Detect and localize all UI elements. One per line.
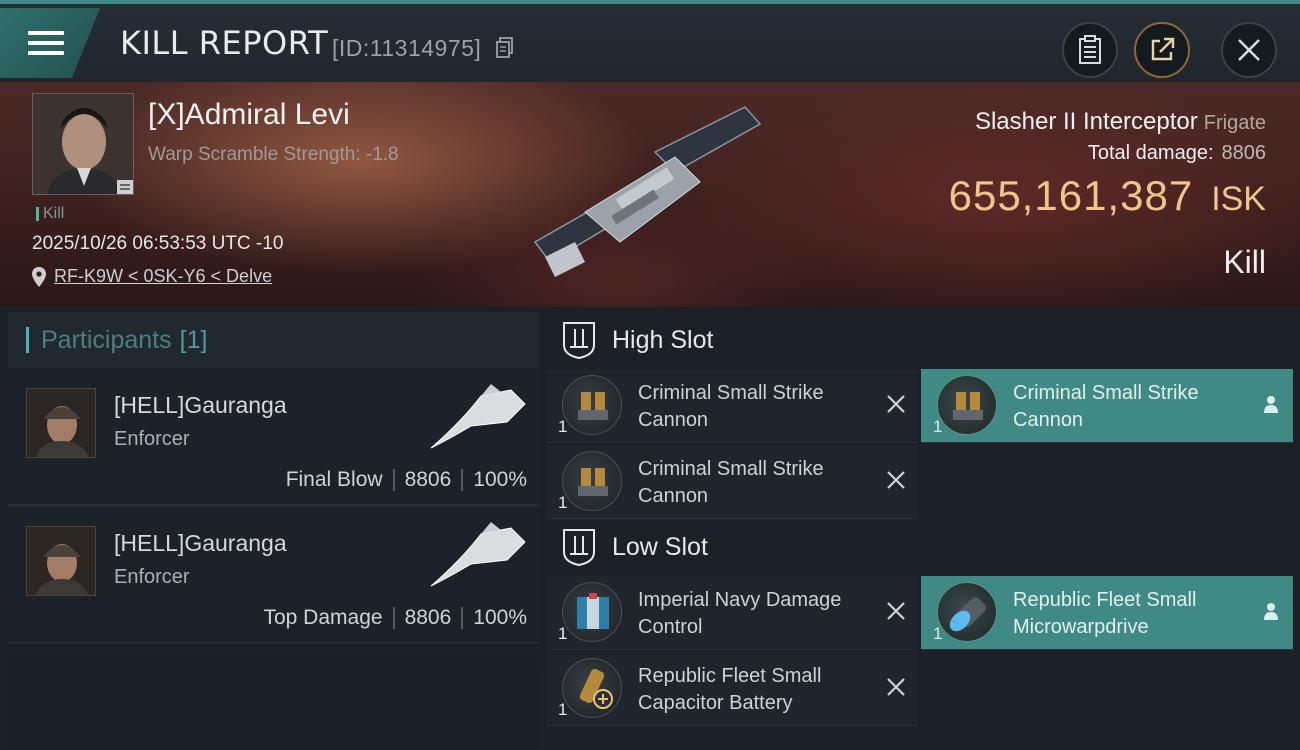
module-quantity: 1 (933, 417, 943, 436)
page-title: KILL REPORT (120, 24, 329, 62)
ship-name-text: Slasher II Interceptor (974, 108, 1198, 135)
destroyed-icon (887, 471, 905, 489)
report-id: [ID:11314975] (332, 35, 482, 61)
low-slot-icon (563, 529, 595, 566)
participant-avatar[interactable] (26, 388, 96, 458)
stat-label: Final Blow (285, 468, 383, 491)
ship-class: Frigate (1203, 112, 1266, 134)
share-icon (1151, 37, 1175, 61)
participant-avatar[interactable] (26, 526, 96, 596)
module-item[interactable]: 1 Republic Fleet Small Capacitor Battery (546, 652, 918, 726)
module-item[interactable]: 1 Republic Fleet Small Microwarpdrive (921, 576, 1293, 650)
hamburger-menu-icon (28, 25, 64, 61)
damage-percent: 100% (473, 468, 527, 491)
low-slot-header: Low Slot (548, 521, 1293, 573)
kill-location[interactable]: RF-K9W < 0SK-Y6 < Delve (32, 266, 272, 287)
damage-control-icon (562, 582, 622, 642)
portrait-icon (33, 94, 133, 194)
kill-tag: Kill (36, 205, 64, 223)
clipboard-icon (1079, 35, 1101, 64)
high-slot-header: High Slot (548, 314, 1293, 366)
microwarpdrive-icon (937, 582, 997, 642)
module-quantity: 1 (933, 624, 943, 643)
low-slot-label: Low Slot (612, 532, 708, 561)
participant-role: Enforcer (114, 428, 190, 450)
participant-role: Enforcer (114, 566, 190, 588)
result-label: Kill (1223, 244, 1266, 280)
destroyed-icon (887, 602, 905, 620)
participant-ship-icon (430, 384, 526, 449)
cannon-icon (937, 375, 997, 435)
close-button[interactable] (1221, 22, 1277, 78)
module-item[interactable]: 1 Criminal Small Strike Cannon (546, 369, 918, 443)
high-slot-icon (563, 322, 595, 359)
participant-name[interactable]: [HELL]Gauranga (114, 530, 287, 557)
portrait-icon (27, 527, 95, 595)
damage-value: 8806 (404, 606, 452, 629)
location-pin-icon (32, 266, 46, 287)
menu-button[interactable] (0, 8, 100, 78)
module-quantity: 1 (558, 624, 568, 643)
module-name: Republic Fleet Small Capacitor Battery (638, 665, 822, 714)
participants-count: [1] (179, 325, 208, 354)
ship-name: Slasher II Interceptor Frigate (975, 108, 1266, 136)
victim-ship-image (533, 106, 762, 277)
capacitor-battery-icon (562, 658, 622, 718)
destroyed-icon (887, 678, 905, 696)
module-item[interactable]: 1 Imperial Navy Damage Control (546, 576, 918, 650)
participant-stats: Top Damage 8806 100% (263, 606, 527, 630)
destroyed-icon (887, 395, 905, 413)
module-quantity: 1 (558, 493, 568, 512)
kill-tag-label: Kill (43, 205, 65, 222)
module-name: Criminal Small Strike Cannon (638, 382, 824, 431)
module-name: Criminal Small Strike Cannon (638, 458, 824, 507)
module-item[interactable]: 1 Criminal Small Strike Cannon (921, 369, 1293, 443)
damage-percent: 100% (473, 606, 527, 629)
module-quantity: 1 (558, 417, 568, 436)
dropped-person-icon (1264, 396, 1278, 413)
portrait-icon (27, 389, 95, 457)
copy-icon[interactable] (495, 37, 515, 59)
participant-row[interactable]: [HELL]Gauranga Enforcer Top Damage 8806 … (8, 506, 539, 644)
victim-banner: [X]Admiral Levi Warp Scramble Strength: … (0, 82, 1300, 307)
participant-row[interactable]: [HELL]Gauranga Enforcer Final Blow 8806 … (8, 368, 539, 506)
module-name: Criminal Small Strike Cannon (1013, 382, 1199, 431)
kill-timestamp: 2025/10/26 06:53:53 UTC -10 (32, 233, 284, 254)
participants-panel: Participants [1] [HELL]Gauranga Enforcer … (8, 312, 539, 750)
clipboard-button[interactable] (1062, 22, 1118, 78)
victim-name[interactable]: [X]Admiral Levi (148, 98, 350, 132)
high-slot-label: High Slot (612, 325, 714, 354)
module-name: Republic Fleet Small Microwarpdrive (1013, 589, 1197, 638)
isk-unit: ISK (1211, 180, 1266, 218)
close-icon (1238, 39, 1260, 61)
stat-label: Top Damage (263, 606, 383, 629)
header-bar: KILL REPORT [ID:11314975] (0, 0, 1300, 82)
cannon-icon (562, 451, 622, 511)
participants-header: Participants [1] (8, 312, 539, 368)
share-button[interactable] (1134, 22, 1190, 78)
dropped-person-icon (1264, 603, 1278, 620)
total-damage-value: 8806 (1221, 142, 1267, 164)
module-quantity: 1 (558, 700, 568, 719)
warp-scramble-strength: Warp Scramble Strength: -1.8 (148, 144, 399, 165)
isk-amount: 655,161,387 (948, 172, 1194, 219)
location-link[interactable]: RF-K9W < 0SK-Y6 < Delve (54, 266, 272, 287)
total-damage-label: Total damage: (1087, 142, 1214, 164)
damage-value: 8806 (404, 468, 452, 491)
victim-avatar[interactable] (32, 93, 134, 195)
cannon-icon (562, 375, 622, 435)
module-name: Imperial Navy Damage Control (638, 589, 842, 638)
module-item[interactable]: 1 Criminal Small Strike Cannon (546, 445, 918, 519)
participant-ship-icon (430, 522, 526, 587)
participant-name[interactable]: [HELL]Gauranga (114, 392, 287, 419)
participants-title: Participants (41, 325, 172, 354)
isk-value: 655,161,387 ISK (949, 172, 1266, 220)
participant-stats: Final Blow 8806 100% (286, 468, 527, 492)
total-damage: Total damage: 8806 (1088, 142, 1266, 165)
